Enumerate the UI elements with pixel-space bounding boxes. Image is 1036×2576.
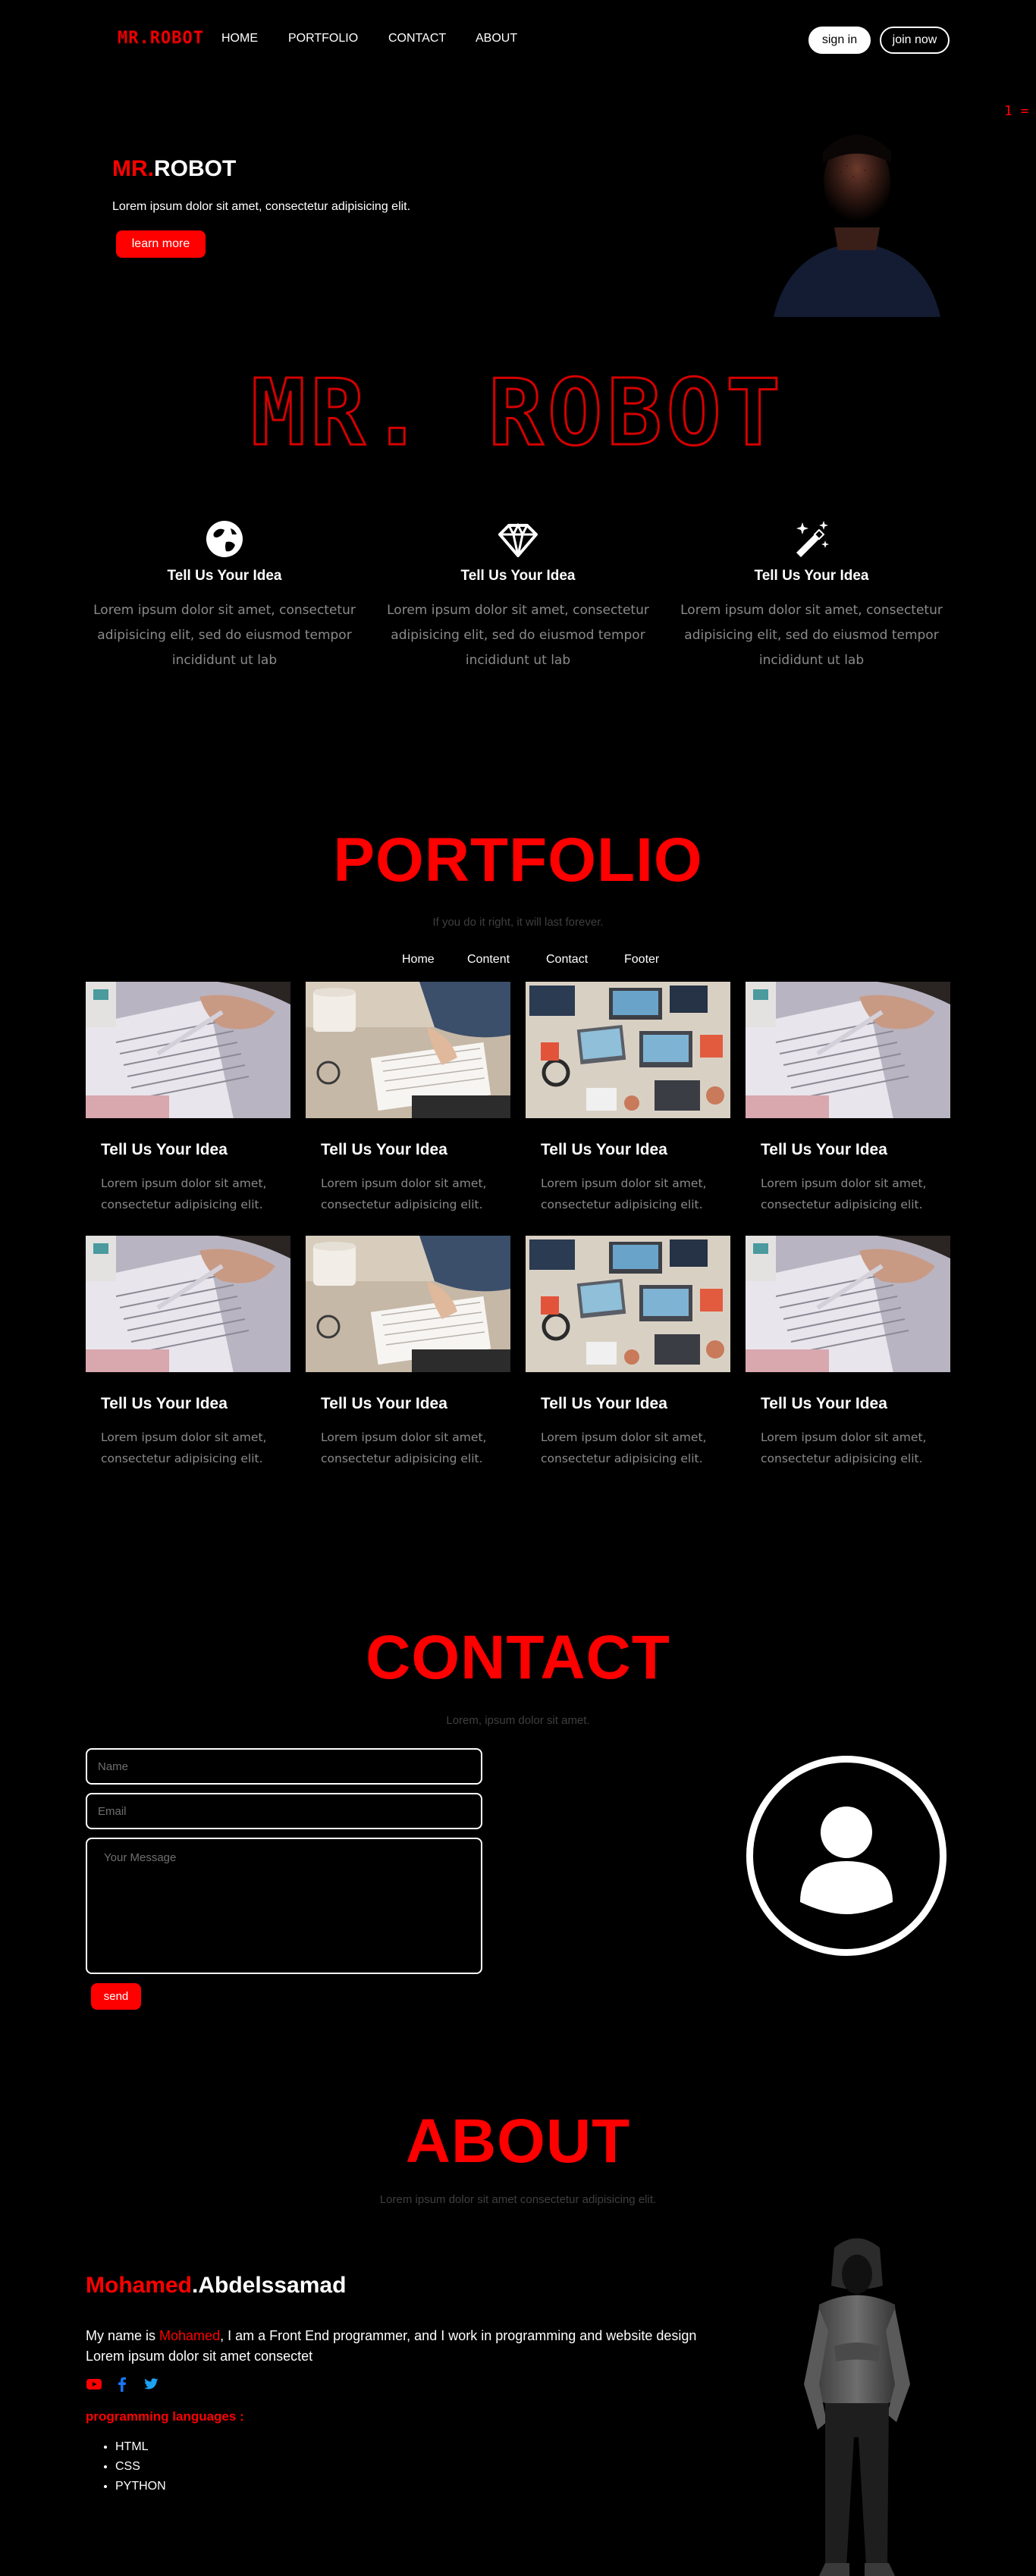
nav-link-home[interactable]: HOME <box>221 32 258 45</box>
portfolio-tab-contact[interactable]: Contact <box>546 953 588 967</box>
portfolio-card[interactable]: Tell Us Your Idea Lorem ipsum dolor sit … <box>746 982 950 1215</box>
nav-link-contact[interactable]: CONTACT <box>388 32 446 45</box>
nav-link-about[interactable]: ABOUT <box>476 32 517 45</box>
big-logo: MR. ROBOT <box>250 360 786 468</box>
about-name-white: .Abdelssamad <box>192 2273 347 2298</box>
card-text: Lorem ipsum dolor sit amet, consectetur … <box>541 1177 707 1211</box>
portfolio-card[interactable]: Tell Us Your Idea Lorem ipsum dolor sit … <box>306 982 510 1215</box>
portfolio-card[interactable]: Tell Us Your Idea Lorem ipsum dolor sit … <box>86 1236 290 1469</box>
portfolio-title: PORTFOLIO <box>333 826 703 895</box>
card-text: Lorem ipsum dolor sit amet, consectetur … <box>761 1431 927 1465</box>
card-image <box>746 982 950 1118</box>
programming-languages-title: programming languages : <box>86 2409 244 2424</box>
feature-card: Tell Us Your Idea Lorem ipsum dolor sit … <box>80 519 369 673</box>
marquee-text: 1 = Y <box>1004 103 1036 119</box>
card-title: Tell Us Your Idea <box>101 1395 228 1412</box>
send-button[interactable]: send <box>91 1983 141 2010</box>
skill-item: HTML <box>115 2437 166 2457</box>
portfolio-card[interactable]: Tell Us Your Idea Lorem ipsum dolor sit … <box>746 1236 950 1469</box>
card-title: Tell Us Your Idea <box>321 1141 447 1158</box>
twitter-icon[interactable] <box>143 2376 159 2393</box>
nav-link-portfolio[interactable]: PORTFOLIO <box>288 32 358 45</box>
join-now-button[interactable]: join now <box>880 27 950 54</box>
portfolio-card[interactable]: Tell Us Your Idea Lorem ipsum dolor sit … <box>306 1236 510 1469</box>
name-field[interactable] <box>86 1748 482 1785</box>
card-text: Lorem ipsum dolor sit amet, consectetur … <box>761 1177 927 1211</box>
portfolio-card[interactable]: Tell Us Your Idea Lorem ipsum dolor sit … <box>86 982 290 1215</box>
magic-wand-icon <box>792 519 831 559</box>
skills-list: HTML CSS PYTHON <box>115 2437 166 2496</box>
portfolio-card[interactable]: Tell Us Your Idea Lorem ipsum dolor sit … <box>526 982 730 1215</box>
card-text: Lorem ipsum dolor sit amet, consectetur … <box>101 1431 267 1465</box>
sign-in-button[interactable]: sign in <box>808 27 871 54</box>
about-title: ABOUT <box>405 2107 631 2176</box>
card-image <box>526 1236 730 1372</box>
portfolio-tab-home[interactable]: Home <box>402 953 435 967</box>
card-image <box>86 982 290 1118</box>
about-name-red: Mohamed <box>86 2273 193 2298</box>
hero-title: MR.ROBOT <box>112 156 236 182</box>
card-image <box>746 1236 950 1372</box>
card-title: Tell Us Your Idea <box>541 1395 667 1412</box>
youtube-icon[interactable] <box>86 2376 102 2393</box>
skill-item: PYTHON <box>115 2477 166 2496</box>
portfolio-subtitle: If you do it right, it will last forever… <box>432 916 604 929</box>
facebook-icon[interactable] <box>114 2376 130 2393</box>
card-text: Lorem ipsum dolor sit amet, consectetur … <box>321 1177 487 1211</box>
card-text: Lorem ipsum dolor sit amet, consectetur … <box>541 1431 707 1465</box>
feature-title: Tell Us Your Idea <box>460 568 576 584</box>
card-text: Lorem ipsum dolor sit amet, consectetur … <box>101 1177 267 1211</box>
card-title: Tell Us Your Idea <box>101 1141 228 1158</box>
avatar-icon <box>746 1756 947 1956</box>
about-desc-pre: My name is <box>86 2328 160 2343</box>
portfolio-tab-footer[interactable]: Footer <box>624 953 659 967</box>
message-field[interactable] <box>86 1838 482 1974</box>
contact-title: CONTACT <box>366 1623 670 1692</box>
feature-title: Tell Us Your Idea <box>167 568 282 584</box>
feature-card: Tell Us Your Idea Lorem ipsum dolor sit … <box>667 519 956 673</box>
hero-title-white: ROBOT <box>154 156 237 181</box>
about-desc-post: , I am a Front End programmer, and I wor… <box>220 2328 697 2343</box>
hero-portrait-image <box>743 121 947 317</box>
about-portrait-image <box>781 2233 933 2576</box>
feature-text: Lorem ipsum dolor sit amet, consectetur … <box>680 603 943 668</box>
about-subtitle: Lorem ipsum dolor sit amet consectetur a… <box>379 2193 657 2206</box>
email-field[interactable] <box>86 1793 482 1829</box>
learn-more-button[interactable]: learn more <box>116 230 206 258</box>
feature-text: Lorem ipsum dolor sit amet, consectetur … <box>93 603 356 668</box>
feature-card: Tell Us Your Idea Lorem ipsum dolor sit … <box>374 519 662 673</box>
about-desc-red: Mohamed <box>159 2328 221 2343</box>
card-title: Tell Us Your Idea <box>761 1141 887 1158</box>
card-title: Tell Us Your Idea <box>321 1395 447 1412</box>
nav-logo[interactable]: MR.ROBOT <box>118 29 204 49</box>
card-image <box>526 982 730 1118</box>
portfolio-tab-content[interactable]: Content <box>467 953 510 967</box>
hero-title-red: MR. <box>112 156 154 181</box>
about-description: My name is Mohamed, I am a Front End pro… <box>86 2326 768 2367</box>
card-title: Tell Us Your Idea <box>761 1395 887 1412</box>
feature-title: Tell Us Your Idea <box>754 568 869 584</box>
card-image <box>306 1236 510 1372</box>
card-image <box>306 982 510 1118</box>
about-name: Mohamed.Abdelssamad <box>86 2273 346 2299</box>
diamond-icon <box>498 519 538 559</box>
skill-item: CSS <box>115 2457 166 2477</box>
portfolio-card[interactable]: Tell Us Your Idea Lorem ipsum dolor sit … <box>526 1236 730 1469</box>
hero-subtitle: Lorem ipsum dolor sit amet, consectetur … <box>112 200 411 213</box>
globe-icon <box>205 519 244 559</box>
card-title: Tell Us Your Idea <box>541 1141 667 1158</box>
contact-subtitle: Lorem, ipsum dolor sit amet. <box>446 1714 590 1727</box>
about-desc-line2: Lorem ipsum dolor sit amet consectet <box>86 2349 313 2364</box>
card-text: Lorem ipsum dolor sit amet, consectetur … <box>321 1431 487 1465</box>
feature-text: Lorem ipsum dolor sit amet, consectetur … <box>387 603 649 668</box>
card-image <box>86 1236 290 1372</box>
